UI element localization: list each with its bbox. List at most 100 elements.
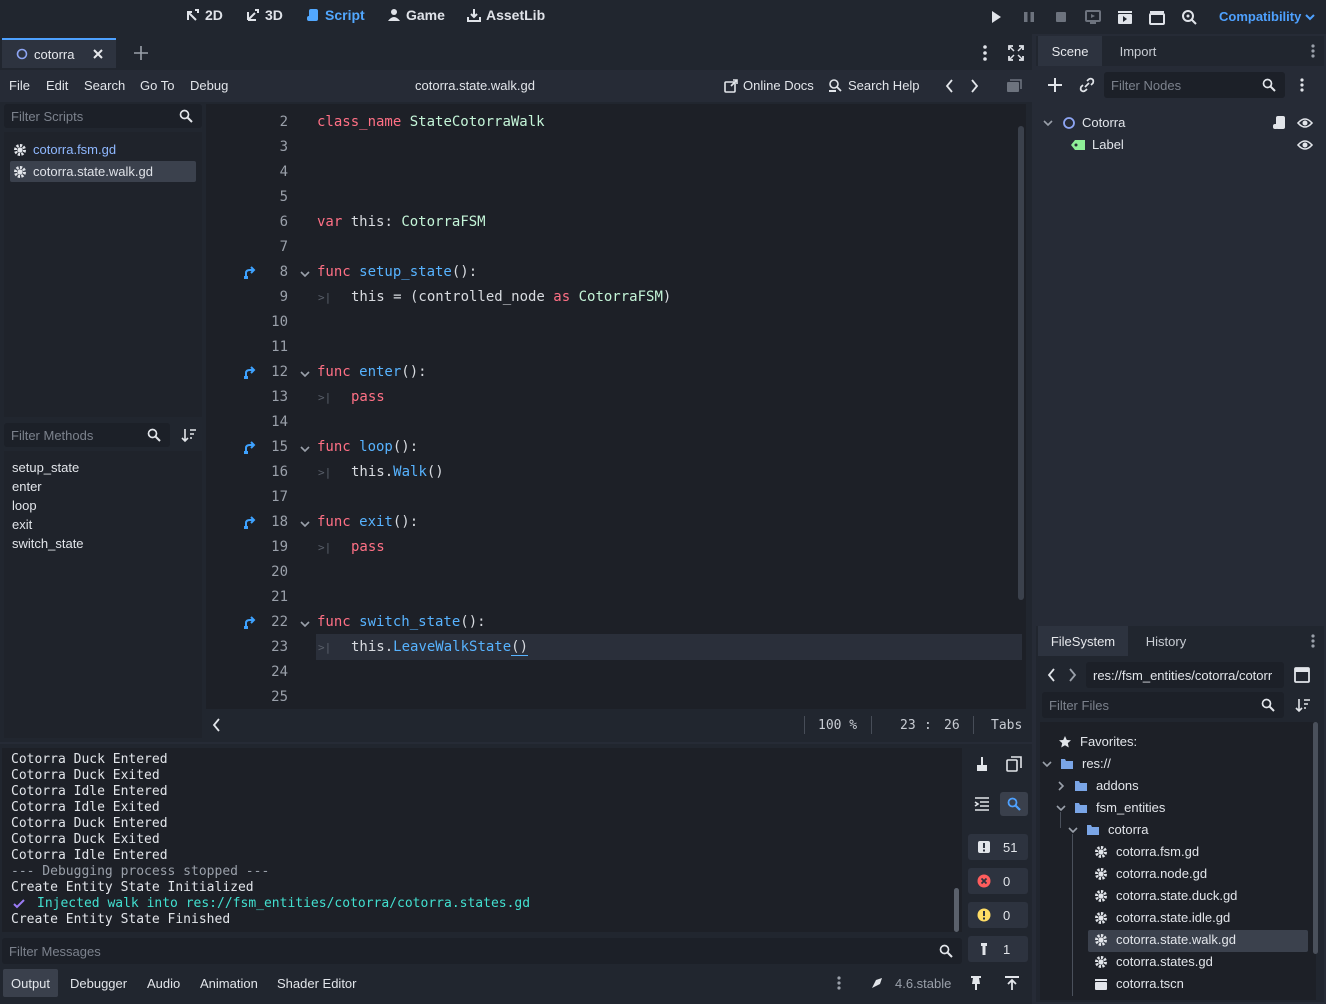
script-list-item[interactable]: cotorra.fsm.gd [10, 139, 196, 160]
tab-animation[interactable]: Animation [192, 969, 266, 997]
filter-methods-input[interactable] [11, 427, 147, 443]
filter-scripts-field[interactable] [4, 104, 202, 128]
tab-filesystem[interactable]: FileSystem [1038, 626, 1128, 656]
tab-debugger[interactable]: Debugger [62, 969, 135, 997]
fs-back-button[interactable] [1047, 668, 1057, 682]
menu-search[interactable]: Search [84, 78, 125, 93]
stop-button[interactable] [1052, 8, 1070, 26]
folder-cotorra[interactable]: cotorra [1068, 822, 1148, 837]
method-list-item[interactable]: exit [12, 517, 32, 532]
mode-script-button[interactable]: Script [306, 7, 365, 23]
filter-methods-field[interactable] [4, 423, 170, 447]
folder-root[interactable]: res:// [1042, 756, 1111, 771]
mode-2d-button[interactable]: 2D [186, 7, 223, 23]
tab-import[interactable]: Import [1106, 36, 1170, 66]
script-list-item-selected[interactable]: cotorra.state.walk.gd [10, 161, 196, 182]
file-item-selected[interactable]: cotorra.state.walk.gd [1094, 932, 1236, 947]
copy-output-button[interactable] [1006, 756, 1022, 772]
filesystem-options-button[interactable] [1309, 633, 1317, 649]
run-current-scene-button[interactable] [1116, 8, 1134, 26]
output-log[interactable]: Cotorra Duck Entered Cotorra Duck Exited… [2, 748, 962, 932]
method-list-item[interactable]: switch_state [12, 536, 84, 551]
pin-panel-button[interactable] [969, 975, 983, 991]
fs-path-field[interactable]: res://fsm_entities/cotorra/cotorr [1086, 662, 1284, 688]
instance-scene-button[interactable] [1079, 77, 1095, 93]
bottom-panel-options-button[interactable] [834, 975, 844, 991]
method-list-item[interactable]: setup_state [12, 460, 79, 475]
override-method-icon[interactable] [243, 516, 257, 530]
tab-output[interactable]: Output [3, 969, 59, 997]
override-method-icon[interactable] [243, 616, 257, 630]
tab-history[interactable]: History [1132, 626, 1200, 656]
favorites-item[interactable]: Favorites: [1058, 734, 1137, 749]
scene-tab-cotorra[interactable]: cotorra [2, 38, 116, 68]
tab-options-button[interactable] [978, 44, 992, 62]
history-back-button[interactable] [944, 79, 956, 93]
add-node-button[interactable] [1047, 77, 1063, 93]
renderer-selector[interactable]: Compatibility [1219, 9, 1316, 24]
scene-node-label-node[interactable]: Label [1070, 137, 1124, 152]
filter-warnings-toggle[interactable]: 0 [968, 902, 1028, 928]
expand-bottom-panel-button[interactable] [1004, 975, 1020, 991]
menu-edit[interactable]: Edit [46, 78, 68, 93]
fold-chevron-icon[interactable] [300, 269, 310, 279]
visibility-toggle[interactable] [1297, 138, 1313, 152]
sort-files-button[interactable] [1295, 697, 1311, 713]
online-docs-button[interactable]: Online Docs [724, 78, 814, 93]
fold-chevron-icon[interactable] [300, 519, 310, 529]
fold-chevron-icon[interactable] [300, 369, 310, 379]
close-icon[interactable] [92, 48, 104, 60]
menu-file[interactable]: File [9, 78, 30, 93]
tab-scene[interactable]: Scene [1038, 36, 1102, 66]
output-scrollbar[interactable] [954, 888, 959, 932]
indent-mode[interactable]: Tabs [991, 718, 1022, 733]
filter-messages-field[interactable] [2, 938, 962, 964]
mode-game-button[interactable]: Game [387, 7, 445, 23]
filter-files-field[interactable] [1042, 692, 1284, 718]
zoom-level[interactable]: 100 % [818, 718, 857, 733]
method-list-item[interactable]: enter [12, 479, 42, 494]
remote-debug-button[interactable] [1084, 8, 1102, 26]
method-list-item[interactable]: loop [12, 498, 37, 513]
filter-editor-toggle[interactable]: 1 [968, 936, 1028, 962]
filter-nodes-field[interactable] [1104, 72, 1285, 98]
folder-addons[interactable]: addons [1056, 778, 1139, 793]
toggle-scripts-panel-button[interactable] [212, 718, 222, 732]
file-item[interactable]: cotorra.state.idle.gd [1094, 910, 1230, 925]
fs-forward-button[interactable] [1067, 668, 1077, 682]
tab-audio[interactable]: Audio [139, 969, 188, 997]
filter-nodes-input[interactable] [1111, 77, 1262, 93]
chevron-down-icon[interactable] [1043, 118, 1053, 128]
visibility-toggle[interactable] [1297, 116, 1313, 130]
scene-tree-options-button[interactable] [1298, 77, 1306, 93]
file-item[interactable]: cotorra.tscn [1094, 976, 1184, 991]
clear-output-button[interactable] [974, 756, 990, 772]
fold-chevron-icon[interactable] [300, 444, 310, 454]
scene-node-cotorra[interactable]: Cotorra [1043, 115, 1125, 130]
override-method-icon[interactable] [243, 366, 257, 380]
make-floating-button[interactable] [1006, 78, 1022, 94]
add-scene-tab-button[interactable] [133, 45, 149, 61]
file-item[interactable]: cotorra.states.gd [1094, 954, 1213, 969]
pause-button[interactable] [1020, 8, 1038, 26]
editor-scrollbar[interactable] [1018, 126, 1024, 600]
filter-errors-toggle[interactable]: 0 [968, 868, 1028, 894]
folder-fsm-entities[interactable]: fsm_entities [1056, 800, 1165, 815]
distraction-free-button[interactable] [1008, 45, 1024, 61]
filter-files-input[interactable] [1049, 697, 1261, 713]
history-forward-button[interactable] [968, 79, 980, 93]
movie-maker-button[interactable] [1180, 8, 1198, 26]
file-item[interactable]: cotorra.fsm.gd [1094, 844, 1199, 859]
filter-messages-input[interactable] [9, 943, 939, 959]
file-tree-scrollbar[interactable] [1313, 722, 1318, 954]
open-script-button[interactable] [1272, 115, 1286, 131]
run-project-button[interactable] [987, 8, 1005, 26]
code-editor[interactable]: 2 3 4 5 6 7 8 9 10 11 12 13 14 15 16 17 … [206, 104, 1026, 709]
collapse-duplicates-button[interactable] [974, 796, 990, 812]
tab-shader-editor[interactable]: Shader Editor [269, 969, 365, 997]
override-method-icon[interactable] [243, 266, 257, 280]
override-method-icon[interactable] [243, 441, 257, 455]
mode-assetlib-button[interactable]: AssetLib [467, 7, 545, 23]
file-item[interactable]: cotorra.state.duck.gd [1094, 888, 1237, 903]
toggle-search-button[interactable] [1000, 792, 1028, 816]
